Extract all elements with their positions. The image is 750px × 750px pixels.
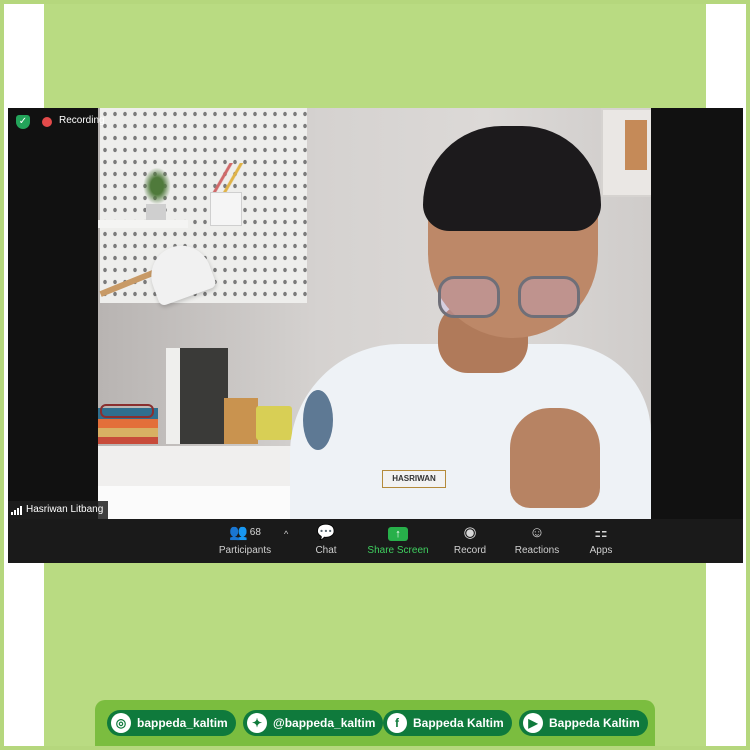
- shirt-name-badge: HASRIWAN: [382, 470, 446, 488]
- reactions-button[interactable]: ☺ Reactions: [511, 523, 563, 561]
- record-button[interactable]: ◉ Record: [450, 523, 490, 561]
- share-screen-label: Share Screen: [367, 545, 429, 556]
- books: [166, 348, 228, 444]
- zoom-meeting-window: HASRIWAN ✓ Recording Hasriwan Litbang 👥 6…: [8, 108, 743, 563]
- share-screen-icon: ↑: [388, 527, 408, 541]
- record-icon: ◉: [463, 524, 477, 541]
- youtube-handle[interactable]: ▶ Bappeda Kaltim: [519, 710, 648, 736]
- facebook-icon: f: [387, 713, 407, 733]
- plant: [142, 166, 172, 206]
- chat-button[interactable]: 💬 Chat: [308, 523, 344, 561]
- participants-button[interactable]: 👥 68 Participants: [213, 523, 277, 561]
- meeting-toolbar: 👥 68 Participants ^ 💬 Chat ↑ Share Screen…: [8, 519, 743, 563]
- instagram-icon: ◎: [111, 713, 131, 733]
- youtube-icon: ▶: [523, 713, 543, 733]
- facebook-handle[interactable]: f Bappeda Kaltim: [383, 710, 512, 736]
- chat-icon: 💬: [316, 524, 336, 541]
- participants-icon: 👥: [229, 524, 248, 541]
- apps-label: Apps: [589, 545, 613, 556]
- recording-label: Recording: [59, 115, 105, 126]
- pencil-cup: [210, 192, 242, 226]
- participants-chevron-up-icon[interactable]: ^: [284, 529, 288, 539]
- participant-video[interactable]: HASRIWAN: [98, 108, 651, 519]
- participants-count: 68: [249, 527, 261, 539]
- chat-label: Chat: [315, 545, 337, 556]
- security-shield-icon[interactable]: ✓: [16, 115, 30, 129]
- apps-button[interactable]: ⚏ Apps: [586, 523, 616, 561]
- apps-icon: ⚏: [594, 524, 608, 541]
- instagram-handle[interactable]: ◎ bappeda_kaltim: [107, 710, 236, 736]
- participant-name-tag: Hasriwan Litbang: [8, 501, 109, 519]
- social-media-footer: ◎ bappeda_kaltim ✦ @bappeda_kaltim f Bap…: [95, 700, 655, 746]
- record-label: Record: [453, 545, 487, 556]
- mug: [256, 406, 292, 440]
- reactions-icon: ☺: [529, 524, 545, 541]
- recording-icon: [42, 117, 52, 127]
- twitter-handle[interactable]: ✦ @bappeda_kaltim: [243, 710, 384, 736]
- share-screen-button[interactable]: ↑ Share Screen: [366, 523, 430, 561]
- reactions-label: Reactions: [514, 545, 560, 556]
- signal-bars-icon: [11, 505, 22, 515]
- participants-label: Participants: [218, 545, 272, 556]
- wall-picture: [601, 108, 651, 197]
- participant-name: Hasriwan Litbang: [26, 504, 104, 515]
- twitter-icon: ✦: [247, 713, 267, 733]
